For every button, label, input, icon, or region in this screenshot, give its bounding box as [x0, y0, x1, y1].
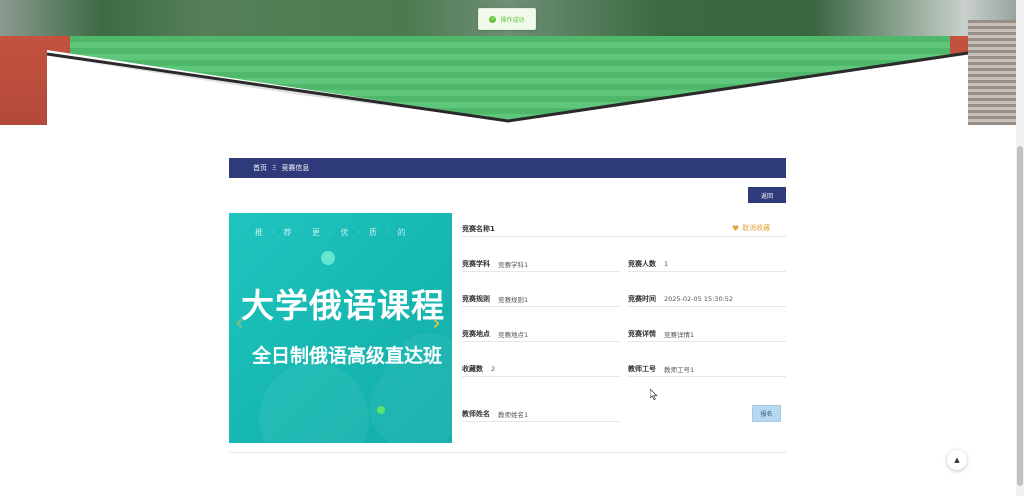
success-toast: ✓ 操作成功 [478, 8, 536, 30]
field-label: 竞赛详情 [628, 329, 656, 338]
image-carousel[interactable]: 推·荐·更·优·质·的· 大学俄语课程 全日制俄语高级直达班 ‹ › [229, 213, 452, 443]
mouse-cursor-icon [650, 389, 658, 400]
toast-text: 操作成功 [500, 16, 525, 24]
field-label: 教师姓名 [462, 409, 490, 418]
unfavorite-button[interactable]: ♥ 取消收藏 [732, 223, 770, 233]
chevron-left-icon[interactable]: ‹ [235, 313, 244, 335]
divider [229, 452, 786, 453]
field-location: 竞赛地点 竞赛地点1 [462, 326, 620, 342]
field-count: 竞赛人数 1 [628, 256, 786, 272]
arrow-up-icon: ▲ [954, 456, 960, 464]
field-value: 竞赛学科1 [498, 260, 529, 269]
check-circle-icon: ✓ [489, 15, 497, 23]
slide-title: 大学俄语课程 [241, 286, 445, 325]
field-value: 竞赛规则1 [498, 295, 529, 304]
scrollbar[interactable] [1016, 0, 1024, 496]
field-teacher-name: 教师姓名 教师姓名1 [462, 406, 620, 422]
field-time: 竞赛时间 2025-02-05 15:30:52 [628, 291, 786, 307]
divider [462, 236, 786, 237]
back-button[interactable]: 返回 [748, 187, 786, 203]
hero-banner: ✓ 操作成功 [0, 0, 1016, 125]
field-rules: 竞赛规则 竞赛规则1 [462, 291, 620, 307]
field-value: 竞赛详情1 [664, 330, 695, 339]
field-label: 竞赛人数 [628, 259, 656, 268]
field-value: 2 [491, 364, 496, 373]
slide-top-text: 推·荐·更·优·质·的· [254, 228, 427, 237]
field-subject: 竞赛学科 竞赛学科1 [462, 256, 620, 272]
field-favorites: 收藏数 2 [462, 361, 620, 377]
back-to-top-button[interactable]: ▲ [947, 450, 967, 470]
field-label: 收藏数 [462, 364, 483, 373]
field-value: 教师工号1 [664, 365, 695, 374]
unfavorite-label: 取消收藏 [742, 224, 771, 232]
carousel-decoration [355, 318, 452, 443]
field-label: 竞赛规则 [462, 294, 490, 303]
field-label: 竞赛地点 [462, 329, 490, 338]
field-label: 竞赛学科 [462, 259, 490, 268]
slide-subtitle: 全日制俄语高级直达班 [251, 345, 442, 367]
carousel-indicator[interactable] [377, 406, 385, 414]
field-label: 教师工号 [628, 364, 656, 373]
field-teacher-id: 教师工号 教师工号1 [628, 361, 786, 377]
register-button[interactable]: 报名 [752, 405, 781, 422]
field-value: 2025-02-05 15:30:52 [664, 294, 734, 303]
breadcrumb-separator: Ξ [272, 164, 277, 172]
breadcrumb: 首页 Ξ 竞赛信息 [229, 158, 786, 178]
breadcrumb-home[interactable]: 首页 [253, 163, 267, 173]
field-value: 1 [664, 259, 669, 268]
field-label: 竞赛时间 [628, 294, 656, 303]
competition-title: 竞赛名称1 [462, 225, 495, 233]
chevron-right-icon[interactable]: › [432, 313, 441, 335]
field-value: 教师姓名1 [498, 410, 529, 419]
breadcrumb-current: 竞赛信息 [281, 164, 310, 172]
heart-icon: ♥ [732, 223, 740, 233]
scrollbar-thumb[interactable] [1017, 146, 1023, 486]
decorative-dot [321, 251, 335, 265]
field-details: 竞赛详情 竞赛详情1 [628, 326, 786, 342]
field-value: 竞赛地点1 [498, 330, 529, 339]
carousel-decoration [259, 363, 369, 443]
